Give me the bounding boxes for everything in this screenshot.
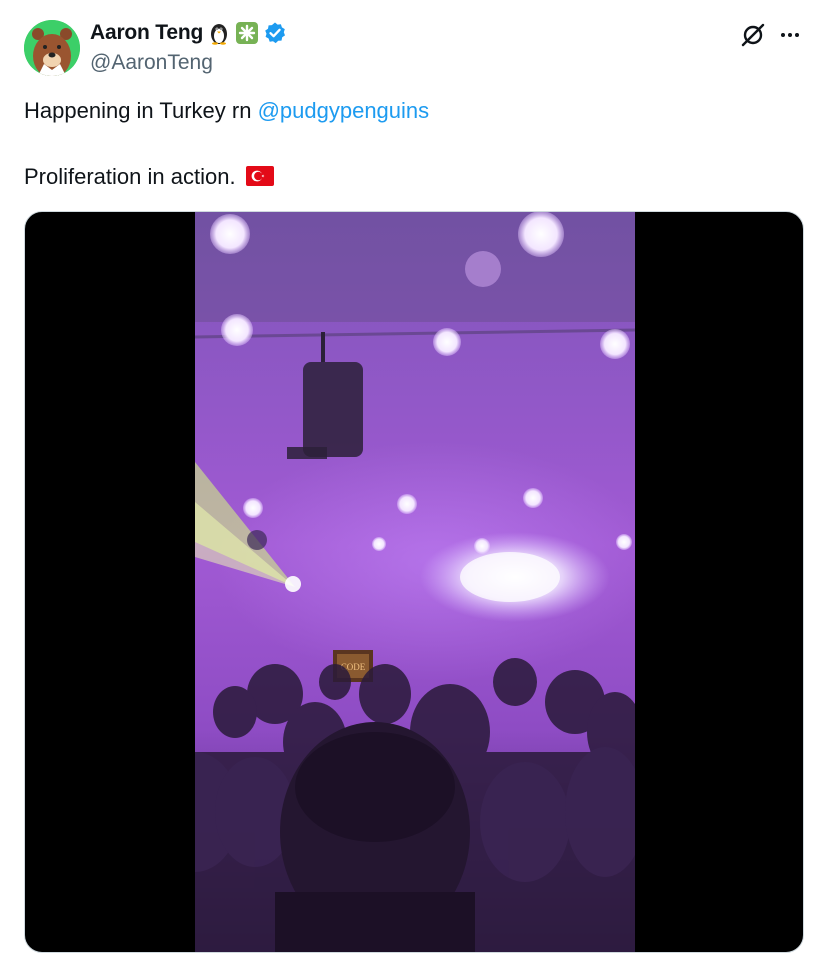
verified-icon[interactable] [263, 21, 287, 45]
grok-icon[interactable] [740, 22, 766, 48]
video-frame[interactable]: CODE [195, 212, 635, 952]
video-player[interactable]: CODE [24, 211, 804, 953]
turkey-flag-icon [245, 166, 274, 186]
tweet-text: Happening in Turkey rn [24, 98, 258, 123]
more-icon[interactable] [777, 24, 803, 46]
mention-link[interactable]: @pudgypenguins [258, 98, 430, 123]
tweet[interactable]: Aaron Teng @AaronTeng Happening in Turke… [0, 0, 828, 953]
penguin-icon [207, 21, 231, 45]
sparkle-icon [235, 21, 259, 45]
handle[interactable]: @AaronTeng [90, 51, 213, 75]
avatar[interactable] [24, 20, 80, 76]
display-name[interactable]: Aaron Teng [90, 21, 203, 45]
tweet-text-line-1: Happening in Turkey rn @pudgypenguins [24, 98, 429, 124]
tweet-text-line-2: Proliferation in action. [24, 164, 274, 190]
tweet-text: Proliferation in action. [24, 164, 236, 189]
